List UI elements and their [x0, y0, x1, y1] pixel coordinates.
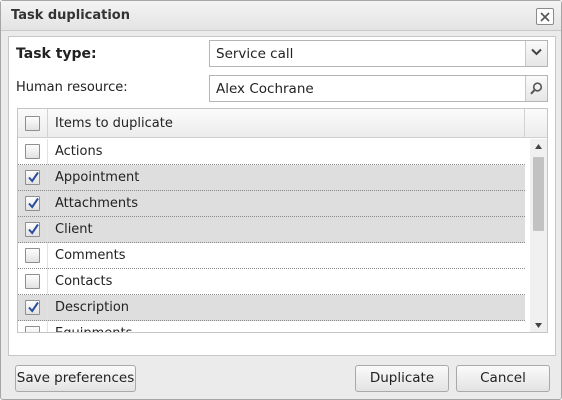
grid-header-label: Items to duplicate [55, 116, 173, 131]
item-checkbox[interactable] [25, 300, 40, 315]
dialog-content: Task type: Service call Human resource: … [8, 36, 556, 356]
scroll-thumb[interactable] [533, 157, 544, 231]
item-label: Contacts [55, 274, 113, 289]
check-icon [28, 171, 39, 183]
duplicate-button[interactable]: Duplicate [355, 365, 449, 392]
list-item[interactable]: Appointment [18, 165, 525, 191]
list-item[interactable]: Attachments [18, 191, 525, 217]
dialog-title: Task duplication [11, 8, 130, 23]
item-checkbox[interactable] [25, 222, 40, 237]
list-item[interactable]: Contacts [18, 269, 525, 295]
item-checkbox[interactable] [25, 170, 40, 185]
item-checkbox[interactable] [25, 326, 40, 332]
task-type-value: Service call [216, 46, 294, 62]
cancel-button[interactable]: Cancel [456, 365, 550, 392]
human-resource-label: Human resource: [16, 80, 128, 95]
item-label: Equipments [55, 326, 132, 332]
list-item[interactable]: Actions [18, 139, 525, 165]
human-resource-value: Alex Cochrane [216, 81, 314, 97]
list-item[interactable]: Equipments [18, 321, 525, 332]
item-label: Client [55, 222, 93, 237]
grid-header: Items to duplicate [18, 109, 547, 138]
item-checkbox[interactable] [25, 196, 40, 211]
task-type-dropdown-button[interactable] [525, 41, 547, 66]
item-label: Attachments [55, 196, 138, 211]
item-label: Actions [55, 144, 103, 159]
list-item[interactable]: Client [18, 217, 525, 243]
items-grid: Items to duplicate Actions Appointment Att… [17, 108, 548, 333]
item-label: Appointment [55, 170, 140, 185]
item-checkbox[interactable] [25, 248, 40, 263]
grid-rows: Actions Appointment Attachments Client Comme… [18, 139, 525, 332]
close-icon [540, 12, 550, 22]
check-icon [28, 301, 39, 313]
item-checkbox[interactable] [25, 274, 40, 289]
scroll-down-button[interactable] [530, 318, 547, 332]
item-checkbox[interactable] [25, 144, 40, 159]
dialog-titlebar[interactable]: Task duplication [1, 1, 561, 31]
human-resource-search-button[interactable] [525, 76, 547, 101]
scroll-down-arrow-icon [535, 323, 542, 328]
save-preferences-button[interactable]: Save preferences [15, 365, 136, 392]
task-type-label: Task type: [16, 46, 97, 62]
item-label: Comments [55, 248, 126, 263]
scroll-up-arrow-icon [535, 144, 542, 149]
item-label: Description [55, 300, 130, 315]
scroll-up-button[interactable] [530, 139, 547, 155]
list-item[interactable]: Comments [18, 243, 525, 269]
check-icon [28, 223, 39, 235]
select-all-checkbox[interactable] [25, 116, 40, 131]
human-resource-field[interactable]: Alex Cochrane [209, 75, 548, 102]
search-icon [530, 82, 543, 95]
list-item[interactable]: Description [18, 295, 525, 321]
task-duplication-dialog: Task duplication Task type: Service call… [0, 0, 562, 400]
grid-scrollbar[interactable] [530, 139, 547, 332]
task-type-select[interactable]: Service call [209, 40, 548, 67]
close-button[interactable] [536, 8, 554, 25]
chevron-down-icon [531, 48, 542, 56]
check-icon [28, 197, 39, 209]
